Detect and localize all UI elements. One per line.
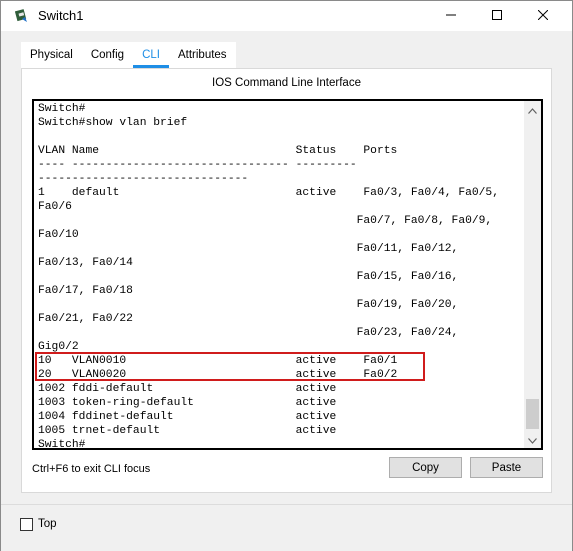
cli-console[interactable]: Switch# Switch#show vlan brief VLAN Name…: [32, 99, 543, 450]
tab-physical[interactable]: Physical: [21, 42, 82, 68]
tab-config[interactable]: Config: [81, 42, 134, 68]
tab-bar: Physical Config CLI Attributes: [21, 42, 236, 68]
minimize-icon: [446, 7, 456, 25]
tab-cli[interactable]: CLI: [133, 42, 169, 68]
maximize-icon: [492, 7, 502, 25]
cli-panel: IOS Command Line Interface Switch# Switc…: [21, 68, 552, 493]
maximize-button[interactable]: [474, 1, 520, 31]
cli-scrollbar[interactable]: [524, 101, 541, 448]
switch-window: Switch1 Physical Config CLI Attributes I…: [0, 0, 573, 551]
vlan-highlight-box: [35, 352, 425, 381]
content-area: Physical Config CLI Attributes IOS Comma…: [1, 31, 572, 504]
copy-button[interactable]: Copy: [389, 457, 462, 478]
top-checkbox-label: Top: [38, 518, 57, 530]
chevron-down-icon: [528, 431, 537, 449]
title-bar[interactable]: Switch1: [1, 1, 572, 31]
cli-focus-hint: Ctrl+F6 to exit CLI focus: [32, 463, 151, 475]
panel-heading: IOS Command Line Interface: [212, 77, 361, 89]
bottom-bar: Top: [1, 504, 572, 551]
window-title: Switch1: [38, 8, 84, 23]
scroll-down-button[interactable]: [524, 431, 541, 448]
scroll-thumb[interactable]: [526, 399, 539, 429]
minimize-button[interactable]: [428, 1, 474, 31]
scroll-up-button[interactable]: [524, 101, 541, 118]
switch-device-icon: [14, 8, 31, 24]
close-button[interactable]: [520, 1, 566, 31]
top-checkbox[interactable]: [20, 518, 33, 531]
paste-button[interactable]: Paste: [470, 457, 543, 478]
close-icon: [537, 7, 549, 25]
tab-attributes[interactable]: Attributes: [168, 42, 236, 68]
chevron-up-icon: [528, 101, 537, 119]
cli-output[interactable]: Switch# Switch#show vlan brief VLAN Name…: [38, 102, 499, 448]
